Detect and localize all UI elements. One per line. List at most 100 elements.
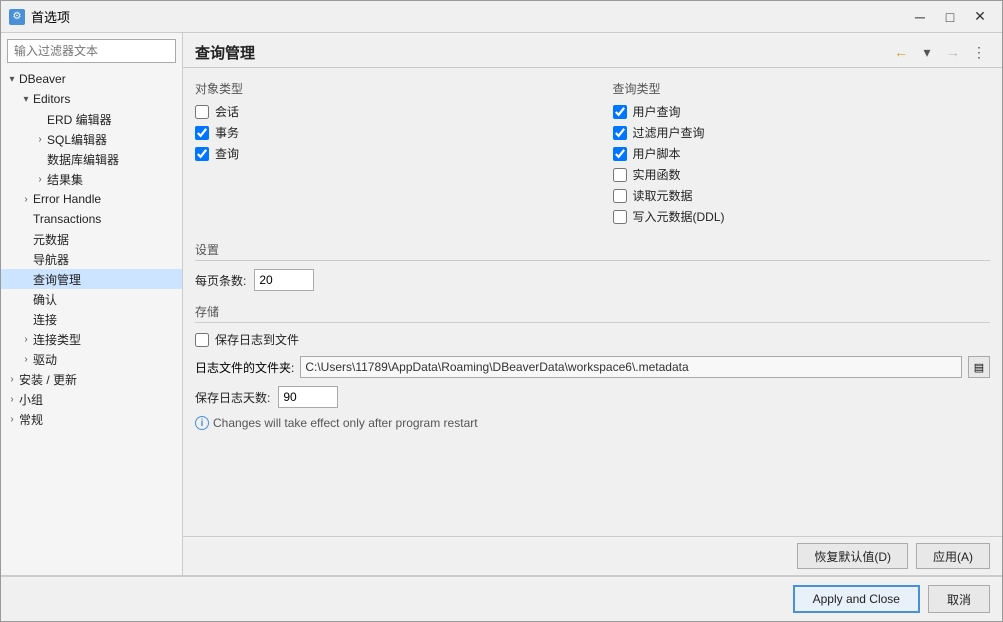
sidebar-label-query-mgmt: 查询管理 [33,271,81,288]
cancel-button[interactable]: 取消 [928,585,990,613]
object-types-title: 对象类型 [195,80,573,97]
title-bar: ⚙ 首选项 ─ □ ✕ [1,1,1002,33]
sidebar-label-metadata: 元数据 [33,231,69,248]
expand-icon-connect [19,312,33,326]
save-days-input[interactable] [278,386,338,408]
query-type-label-filter-user-query: 过滤用户查询 [633,124,705,141]
window-controls: ─ □ ✕ [906,6,994,28]
sidebar-item-transactions[interactable]: Transactions [1,209,182,229]
types-section: 对象类型 会话事务查询 查询类型 用户查询过滤用户查询用户脚本实用函数读取元数据… [195,80,990,225]
query-type-checkbox-read-metadata[interactable] [613,189,627,203]
sidebar-label-sql-editor: SQL编辑器 [47,131,107,148]
query-type-checkbox-write-metadata[interactable] [613,210,627,224]
info-icon: i [195,416,209,430]
save-log-row: 保存日志到文件 [195,331,990,348]
browse-button[interactable]: ▤ [968,356,990,378]
query-type-label-read-metadata: 读取元数据 [633,187,693,204]
minimize-button[interactable]: ─ [906,6,934,28]
sidebar-item-error-handle[interactable]: ›Error Handle [1,189,182,209]
sidebar-item-db-editor[interactable]: 数据库编辑器 [1,149,182,169]
sidebar-item-metadata[interactable]: 元数据 [1,229,182,249]
obj-type-checkbox-session[interactable] [195,105,209,119]
main-content: ▾DBeaver▾EditorsERD 编辑器›SQL编辑器数据库编辑器›结果集… [1,33,1002,575]
back-dropdown-button[interactable]: ▾ [916,41,938,63]
sidebar-item-results[interactable]: ›结果集 [1,169,182,189]
expand-icon-connect-type: › [19,332,33,346]
sidebar-label-db-editor: 数据库编辑器 [47,151,119,168]
obj-type-label-transaction: 事务 [215,124,239,141]
restore-defaults-button[interactable]: 恢复默认值(D) [797,543,908,569]
object-types-group: 会话事务查询 [195,103,573,162]
query-type-row-user-script: 用户脚本 [613,145,991,162]
sidebar-label-editors: Editors [33,92,70,106]
obj-type-label-query: 查询 [215,145,239,162]
sidebar-item-general[interactable]: ›常规 [1,409,182,429]
storage-title: 存储 [195,303,990,323]
expand-icon-results: › [33,172,47,186]
panel-body: 对象类型 会话事务查询 查询类型 用户查询过滤用户查询用户脚本实用函数读取元数据… [183,68,1002,536]
sidebar-label-transactions: Transactions [33,212,101,226]
sidebar-item-erd-editor[interactable]: ERD 编辑器 [1,109,182,129]
sidebar-label-install-update: 安装 / 更新 [19,371,77,388]
apply-and-close-button[interactable]: Apply and Close [793,585,920,613]
query-types-title: 查询类型 [613,80,991,97]
sidebar-item-confirm[interactable]: 确认 [1,289,182,309]
window-title: 首选项 [31,7,906,26]
log-file-input[interactable] [300,356,962,378]
save-log-checkbox[interactable] [195,333,209,347]
query-types-block: 查询类型 用户查询过滤用户查询用户脚本实用函数读取元数据写入元数据(DDL) [613,80,991,225]
expand-icon-confirm [19,292,33,306]
window-icon: ⚙ [9,9,25,25]
sidebar-item-dbeaver[interactable]: ▾DBeaver [1,69,182,89]
sidebar-item-groups[interactable]: ›小组 [1,389,182,409]
query-type-checkbox-utility-func[interactable] [613,168,627,182]
expand-icon-navigator [19,252,33,266]
sidebar-label-dbeaver: DBeaver [19,72,66,86]
sidebar-item-connect-type[interactable]: ›连接类型 [1,329,182,349]
sidebar-item-connect[interactable]: 连接 [1,309,182,329]
per-page-input[interactable] [254,269,314,291]
object-types-block: 对象类型 会话事务查询 [195,80,573,225]
sidebar-label-confirm: 确认 [33,291,57,308]
query-type-checkbox-user-script[interactable] [613,147,627,161]
obj-type-checkbox-transaction[interactable] [195,126,209,140]
query-type-label-utility-func: 实用函数 [633,166,681,183]
maximize-button[interactable]: □ [936,6,964,28]
save-days-row: 保存日志天数: [195,386,990,408]
sidebar-item-editors[interactable]: ▾Editors [1,89,182,109]
sidebar-item-drivers[interactable]: ›驱动 [1,349,182,369]
apply-button[interactable]: 应用(A) [916,543,990,569]
expand-icon-error-handle: › [19,192,33,206]
menu-button[interactable]: ⋮ [968,41,990,63]
log-file-row: 日志文件的文件夹: ▤ [195,356,990,378]
filter-input[interactable] [7,39,176,63]
panel-header: 查询管理 ← ▾ → ⋮ [183,33,1002,68]
expand-icon-editors: ▾ [19,92,33,106]
expand-icon-general: › [5,412,19,426]
sidebar-item-install-update[interactable]: ›安装 / 更新 [1,369,182,389]
per-page-label: 每页条数: [195,272,246,289]
sidebar: ▾DBeaver▾EditorsERD 编辑器›SQL编辑器数据库编辑器›结果集… [1,33,183,575]
forward-button[interactable]: → [942,41,964,63]
obj-type-row-query: 查询 [195,145,573,162]
query-type-row-utility-func: 实用函数 [613,166,991,183]
query-type-checkbox-filter-user-query[interactable] [613,126,627,140]
expand-icon-metadata [19,232,33,246]
query-type-row-user-query: 用户查询 [613,103,991,120]
query-type-checkbox-user-query[interactable] [613,105,627,119]
close-button[interactable]: ✕ [966,6,994,28]
info-text-row: i Changes will take effect only after pr… [195,416,990,430]
panel-toolbar: ← ▾ → ⋮ [890,41,990,63]
sidebar-item-sql-editor[interactable]: ›SQL编辑器 [1,129,182,149]
sidebar-item-navigator[interactable]: 导航器 [1,249,182,269]
query-types-group: 用户查询过滤用户查询用户脚本实用函数读取元数据写入元数据(DDL) [613,103,991,225]
tree-container: ▾DBeaver▾EditorsERD 编辑器›SQL编辑器数据库编辑器›结果集… [1,69,182,429]
back-button[interactable]: ← [890,41,912,63]
sidebar-label-connect-type: 连接类型 [33,331,81,348]
obj-type-checkbox-query[interactable] [195,147,209,161]
sidebar-item-query-mgmt[interactable]: 查询管理 [1,269,182,289]
action-bar: Apply and Close 取消 [1,575,1002,621]
query-type-row-read-metadata: 读取元数据 [613,187,991,204]
query-type-row-write-metadata: 写入元数据(DDL) [613,208,991,225]
storage-section: 存储 保存日志到文件 日志文件的文件夹: ▤ 保存日志天数: [195,303,990,430]
